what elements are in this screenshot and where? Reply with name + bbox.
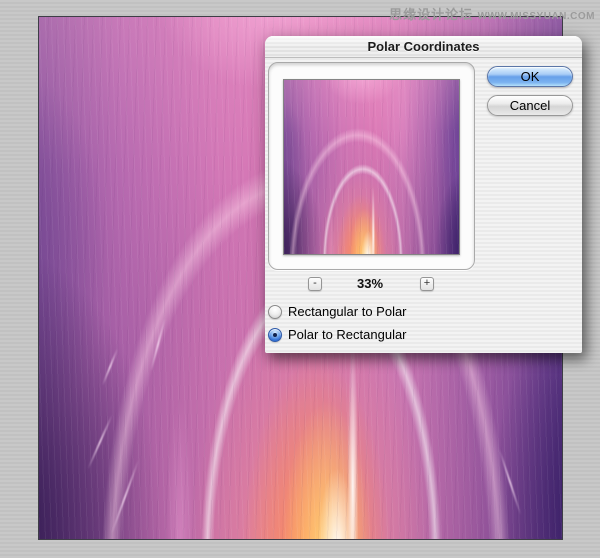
streak-texture [284,80,459,254]
dialog-titlebar[interactable]: Polar Coordinates [265,36,582,58]
minus-icon: - [313,277,317,289]
dialog-title: Polar Coordinates [367,39,480,54]
option-label: Polar to Rectangular [288,327,407,342]
preview-thumbnail[interactable] [283,79,460,255]
watermark-site-url: WWW.MISSYUAN.COM [477,11,595,22]
plus-icon: + [423,277,431,289]
preview-well [268,62,475,270]
zoom-in-button[interactable]: + [420,277,434,291]
option-rectangular-to-polar[interactable]: Rectangular to Polar [268,304,407,319]
watermark-site-name: 思缘设计论坛 [389,7,474,22]
ok-button[interactable]: OK [487,66,573,87]
radio-icon [268,304,282,319]
zoom-level-label: 33% [356,276,384,291]
radio-icon [268,327,282,342]
cancel-button[interactable]: Cancel [487,95,573,116]
photoshop-workspace: 思缘设计论坛 WWW.MISSYUAN.COM Polar Coordinate… [0,0,600,558]
preview-artwork [284,80,459,254]
option-label: Rectangular to Polar [288,304,407,319]
watermark: 思缘设计论坛 WWW.MISSYUAN.COM [389,4,595,24]
zoom-out-button[interactable]: - [308,277,322,291]
polar-coordinates-dialog: Polar Coordinates - 33% + Rectangular to… [265,36,582,353]
option-polar-to-rectangular[interactable]: Polar to Rectangular [268,327,407,342]
